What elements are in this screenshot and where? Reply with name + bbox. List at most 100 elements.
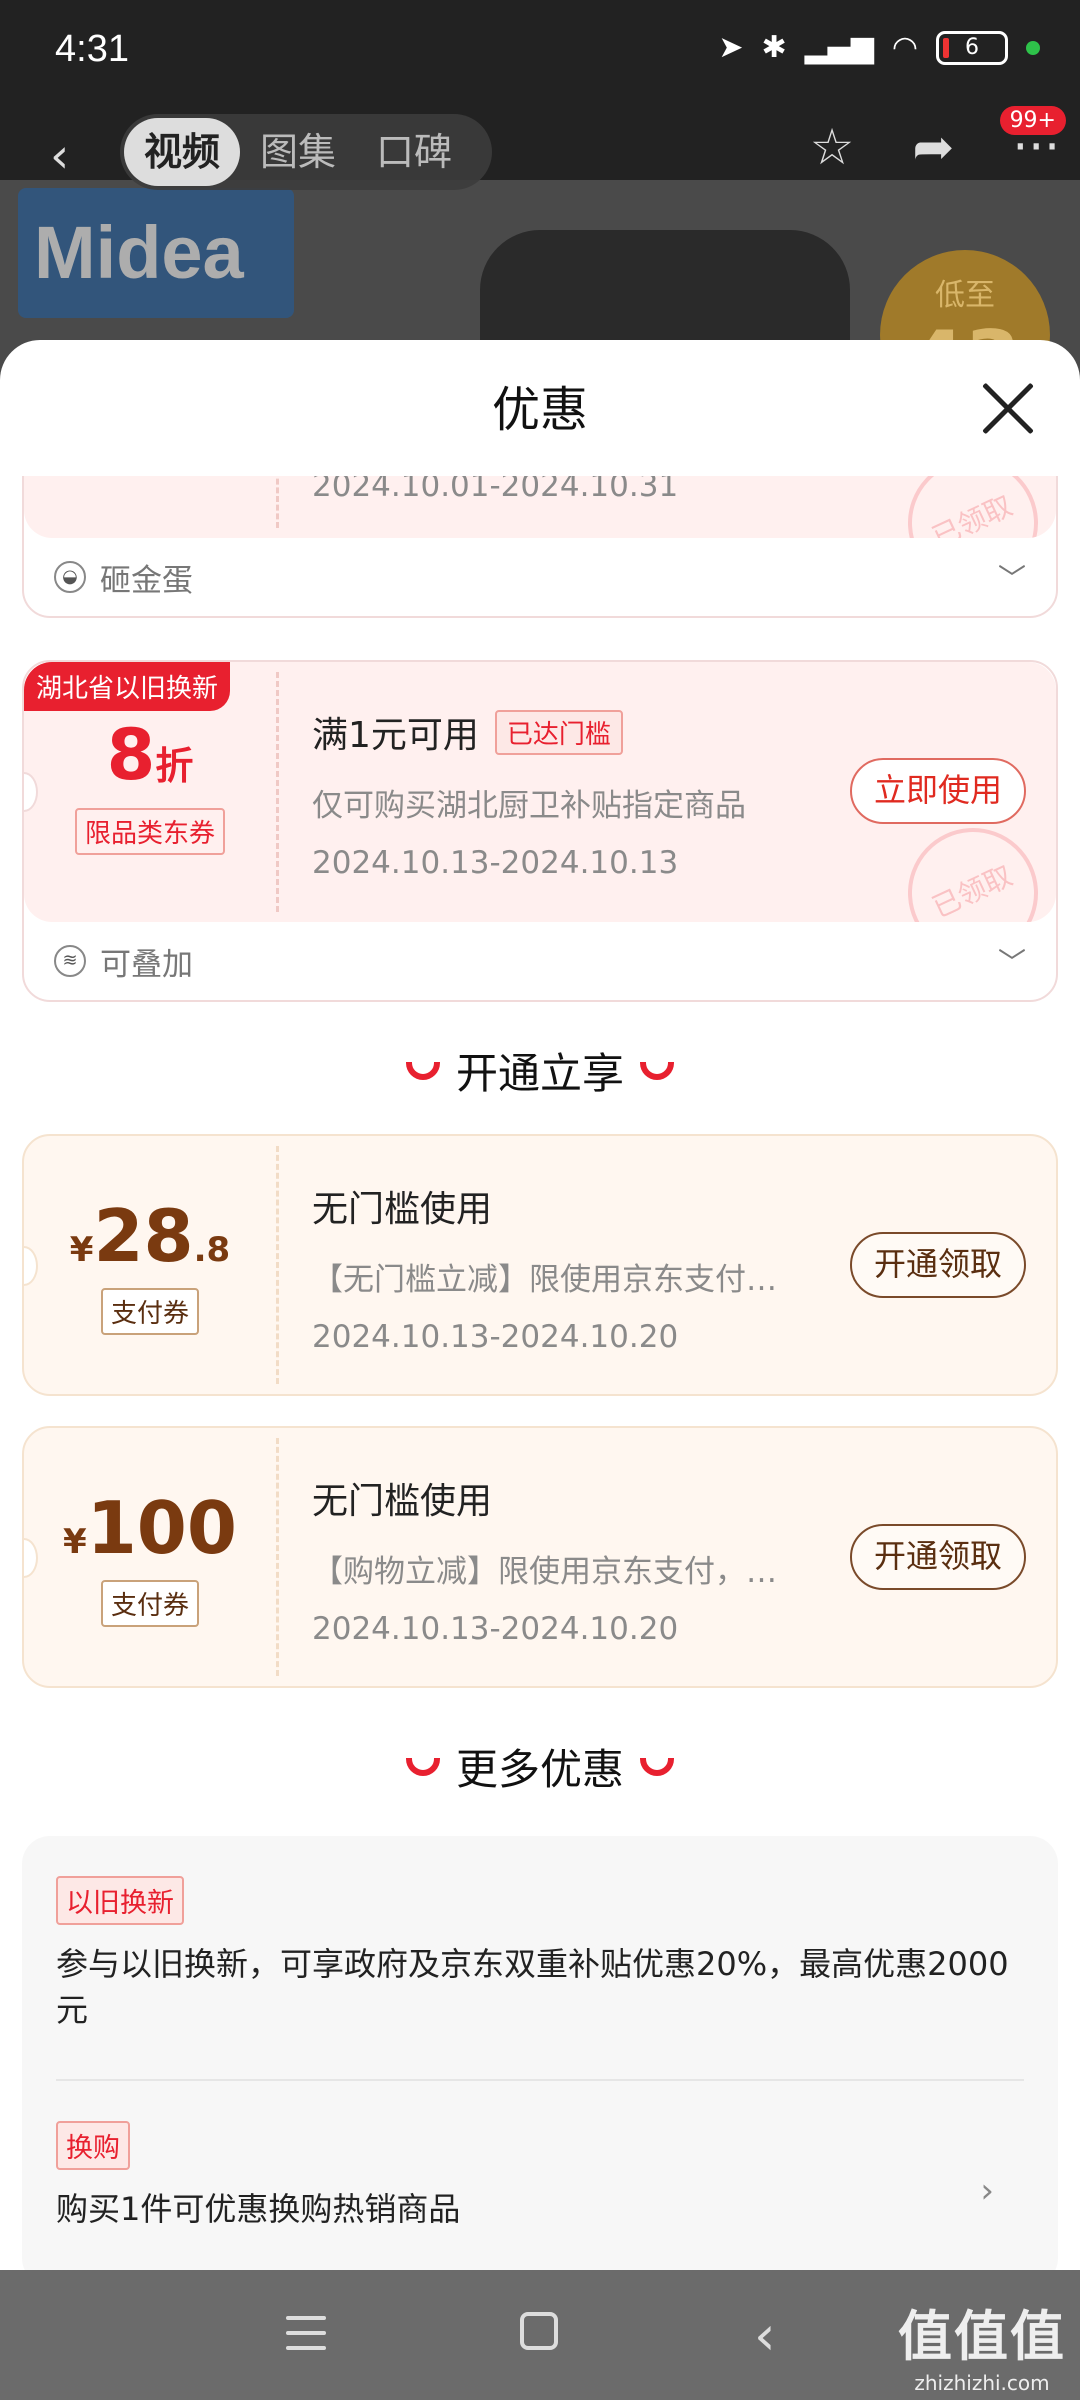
more-offer-trade-in[interactable]: 以旧换新 参与以旧换新，可享政府及京东双重补贴优惠20%，最高优惠2000元 xyxy=(56,1836,1024,2033)
status-time: 4:31 xyxy=(55,28,129,70)
top-nav: ‹ 视频 图集 口碑 ☆ ➦ ··· 99+ xyxy=(0,106,1080,190)
offer-tag: 以旧换新 xyxy=(56,1876,184,1925)
activate-claim-button[interactable]: 开通领取 xyxy=(849,1232,1026,1298)
smile-icon xyxy=(640,1061,674,1080)
tab-reviews[interactable]: 口碑 xyxy=(356,118,472,186)
activate-claim-button[interactable]: 开通领取 xyxy=(849,1524,1026,1590)
coupon-body: 2024.10.01-2024.10.31 已领取 xyxy=(24,476,1056,538)
location-icon: ➤ xyxy=(718,30,744,65)
tab-gallery[interactable]: 图集 xyxy=(240,118,356,186)
coupon-date: 2024.10.13-2024.10.20 xyxy=(312,1319,679,1355)
recent-apps-icon[interactable] xyxy=(286,2316,326,2350)
home-icon[interactable] xyxy=(520,2312,558,2350)
offer-tag: 换购 xyxy=(56,2121,130,2170)
coupon-type-tag: 支付券 xyxy=(100,1580,199,1627)
coupon-card-trade-in: 湖北省以旧换新 8折 限品类东券 满1元可用 已达门槛 仅可购买湖北厨卫补贴指定… xyxy=(22,660,1058,1002)
coupon-divider xyxy=(276,476,279,528)
status-icons: ➤ ✱ ▂▄▆ ◠ 6 xyxy=(718,30,1040,65)
bluetooth-icon: ✱ xyxy=(761,30,787,65)
message-badge: 99+ xyxy=(999,106,1066,135)
watermark: 值值值 zhizhizhi.com xyxy=(898,2292,1066,2395)
coupon-date: 2024.10.13-2024.10.20 xyxy=(312,1611,679,1647)
battery-icon: 6 xyxy=(936,30,1008,65)
chevron-down-icon[interactable]: ﹀ xyxy=(998,557,1026,597)
discount-unit: 折 xyxy=(155,744,194,788)
coupon-desc: 【无门槛立减】限使用京东支付… xyxy=(312,1262,777,1298)
coupon-type-tag: 限品类东券 xyxy=(74,808,225,855)
close-icon[interactable] xyxy=(980,380,1036,436)
coupon-title: 无门槛使用 xyxy=(312,1481,493,1522)
wifi-icon: ◠ xyxy=(891,30,918,65)
coupon-card-pay-100: ¥100 支付券 无门槛使用 【购物立减】限使用京东支付，… 2024.10.1… xyxy=(22,1426,1058,1688)
signal-icon: ▂▄▆ xyxy=(804,30,874,65)
coupon-value-area: 8折 限品类东券 xyxy=(24,662,276,922)
chevron-right-icon[interactable]: › xyxy=(980,2171,994,2211)
coupon-value-area: ¥28.8 支付券 xyxy=(24,1136,276,1394)
threshold-reached-chip: 已达门槛 xyxy=(494,709,623,755)
more-offer-exchange[interactable]: 换购 购买1件可优惠换购热销商品 › xyxy=(56,2081,1024,2232)
chevron-down-icon[interactable]: ﹀ xyxy=(998,941,1026,981)
watermark-url: zhizhizhi.com xyxy=(914,2371,1050,2395)
back-icon[interactable]: ‹ xyxy=(50,128,69,184)
privacy-dot-icon xyxy=(1026,40,1040,55)
tab-video[interactable]: 视频 xyxy=(124,118,241,186)
coupon-amount: ¥28.8 xyxy=(24,1200,276,1272)
coupon-title: 无门槛使用 xyxy=(312,1189,493,1230)
coupon-body: 湖北省以旧换新 8折 限品类东券 满1元可用 已达门槛 仅可购买湖北厨卫补贴指定… xyxy=(24,662,1056,922)
sheet-scroll-area[interactable]: 2024.10.01-2024.10.31 已领取 ◒ 砸金蛋 ﹀ 湖北省以旧换… xyxy=(0,476,1080,2270)
status-bar: 4:31 ➤ ✱ ▂▄▆ ◠ 6 xyxy=(0,0,1080,110)
section-open-label: 开通立享 xyxy=(455,1049,624,1098)
amount-frac: .8 xyxy=(193,1230,231,1270)
smile-icon xyxy=(640,1757,674,1776)
amount-int: 28 xyxy=(93,1194,194,1278)
section-more-label: 更多优惠 xyxy=(455,1745,624,1794)
coupon-footer-label: 砸金蛋 xyxy=(100,562,193,599)
coupon-discount: 8折 xyxy=(24,720,276,790)
discount-number: 8 xyxy=(106,714,156,796)
coupon-date: 2024.10.01-2024.10.31 xyxy=(312,476,679,504)
coupon-footer[interactable]: ≋ 可叠加 ﹀ xyxy=(24,922,1056,1000)
smile-icon xyxy=(405,1061,440,1080)
coupon-info: 满1元可用 已达门槛 仅可购买湖北厨卫补贴指定商品 2024.10.13-202… xyxy=(312,706,852,881)
coupon-amount: ¥100 xyxy=(24,1492,276,1564)
coupon-card-previous: 2024.10.01-2024.10.31 已领取 ◒ 砸金蛋 ﹀ xyxy=(22,476,1058,618)
coupon-divider xyxy=(276,1438,279,1676)
coupon-value-area: ¥100 支付券 xyxy=(24,1428,276,1686)
system-nav-bar: ‹ 值值值 zhizhizhi.com xyxy=(0,2270,1080,2400)
coupon-divider xyxy=(276,1146,279,1384)
favorite-star-icon[interactable]: ☆ xyxy=(810,118,855,176)
back-nav-icon[interactable]: ‹ xyxy=(754,2304,776,2367)
battery-level: 6 xyxy=(965,35,979,60)
coupon-title-row: 满1元可用 已达门槛 xyxy=(312,706,852,758)
use-now-button[interactable]: 立即使用 xyxy=(849,758,1026,824)
smile-icon xyxy=(405,1757,440,1776)
coupon-footer-label: 可叠加 xyxy=(100,946,193,983)
offer-text: 购买1件可优惠换购热销商品 xyxy=(56,2190,461,2228)
amount-int: 100 xyxy=(86,1486,237,1570)
section-title-more: 更多优惠 xyxy=(0,1736,1080,1797)
section-title-open: 开通立享 xyxy=(0,1040,1080,1101)
coupon-info: 无门槛使用 【无门槛立减】限使用京东支付… 2024.10.13-2024.10… xyxy=(312,1180,852,1355)
coupon-footer[interactable]: ◒ 砸金蛋 ﹀ xyxy=(24,538,1056,616)
currency-symbol: ¥ xyxy=(63,1522,87,1562)
sheet-title: 优惠 xyxy=(491,382,588,438)
share-icon[interactable]: ➦ xyxy=(912,118,954,176)
golden-egg-icon: ◒ xyxy=(54,561,86,593)
discount-sheet: 优惠 2024.10.01-2024.10.31 已领取 ◒ 砸金蛋 ﹀ 湖北省… xyxy=(0,340,1080,2270)
stack-icon: ≋ xyxy=(54,945,86,977)
coupon-card-pay-28: ¥28.8 支付券 无门槛使用 【无门槛立减】限使用京东支付… 2024.10.… xyxy=(22,1134,1058,1396)
brand-logo: Midea xyxy=(18,188,294,318)
more-offers-box: 以旧换新 参与以旧换新，可享政府及京东双重补贴优惠20%，最高优惠2000元 换… xyxy=(22,1836,1058,2270)
coupon-title: 满1元可用 xyxy=(312,715,479,756)
coupon-divider xyxy=(276,672,279,912)
coupon-date: 2024.10.13-2024.10.13 xyxy=(312,845,679,881)
coupon-info: 无门槛使用 【购物立减】限使用京东支付，… 2024.10.13-2024.10… xyxy=(312,1472,852,1647)
sheet-header: 优惠 xyxy=(0,340,1080,476)
currency-symbol: ¥ xyxy=(69,1230,94,1270)
coupon-desc: 【购物立减】限使用京东支付，… xyxy=(312,1554,777,1590)
promo-label: 低至 xyxy=(935,278,995,313)
coupon-type-tag: 支付券 xyxy=(100,1288,199,1335)
media-tabs: 视频 图集 口碑 xyxy=(120,114,492,190)
coupon-desc: 仅可购买湖北厨卫补贴指定商品 xyxy=(312,788,746,824)
watermark-logo: 值值值 xyxy=(898,2305,1066,2368)
